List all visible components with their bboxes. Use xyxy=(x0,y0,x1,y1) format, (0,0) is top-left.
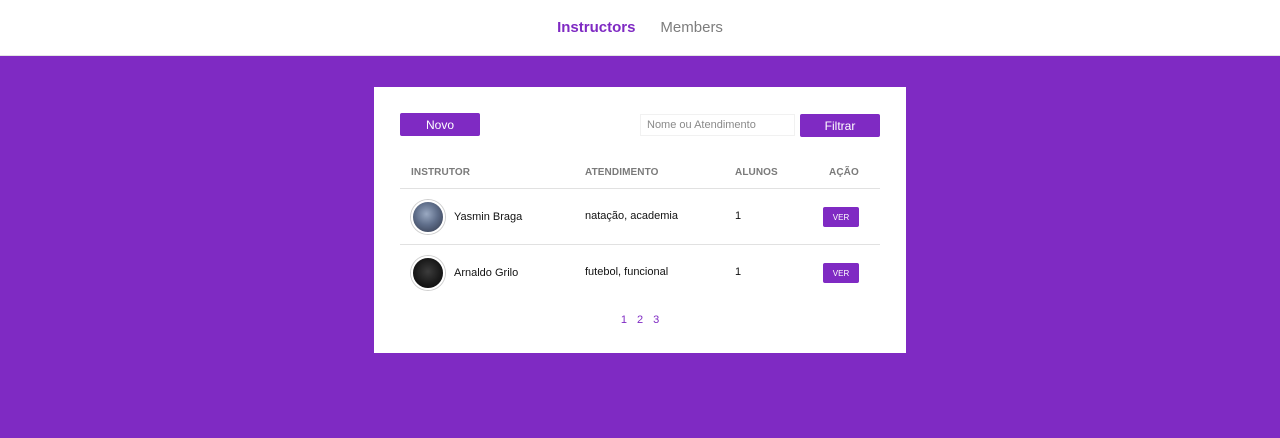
page-link-3[interactable]: 3 xyxy=(653,314,659,326)
view-button[interactable]: VER xyxy=(823,263,859,283)
header-acao: AÇÃO xyxy=(829,167,859,178)
instructor-students: 1 xyxy=(735,210,742,222)
search-input[interactable] xyxy=(640,114,795,136)
page-link-1[interactable]: 1 xyxy=(621,314,627,326)
table-row: Arnaldo Grilo futebol, funcional 1 VER xyxy=(374,245,906,301)
view-button[interactable]: VER xyxy=(823,207,859,227)
header-instrutor: INSTRUTOR xyxy=(411,167,471,178)
header-alunos: ALUNOS xyxy=(735,167,778,178)
instructor-services: futebol, funcional xyxy=(585,266,669,278)
instructor-name: Yasmin Braga xyxy=(454,211,523,223)
pagination: 1 2 3 xyxy=(374,314,906,326)
top-nav: Instructors Members xyxy=(0,0,1280,56)
avatar xyxy=(411,256,445,290)
filter-button[interactable]: Filtrar xyxy=(800,114,880,137)
nav-instructors-link[interactable]: Instructors xyxy=(557,19,635,36)
page-link-2[interactable]: 2 xyxy=(637,314,643,326)
header-atendimento: ATENDIMENTO xyxy=(585,167,659,178)
instructors-card: Novo Filtrar INSTRUTOR ATENDIMENTO ALUNO… xyxy=(374,87,906,353)
table-row: Yasmin Braga natação, academia 1 VER xyxy=(374,189,906,245)
avatar xyxy=(411,200,445,234)
instructor-services: natação, academia xyxy=(585,210,678,222)
new-instructor-button[interactable]: Novo xyxy=(400,113,480,136)
nav-members-link[interactable]: Members xyxy=(660,19,723,36)
instructor-students: 1 xyxy=(735,266,742,278)
instructor-name: Arnaldo Grilo xyxy=(454,267,519,279)
